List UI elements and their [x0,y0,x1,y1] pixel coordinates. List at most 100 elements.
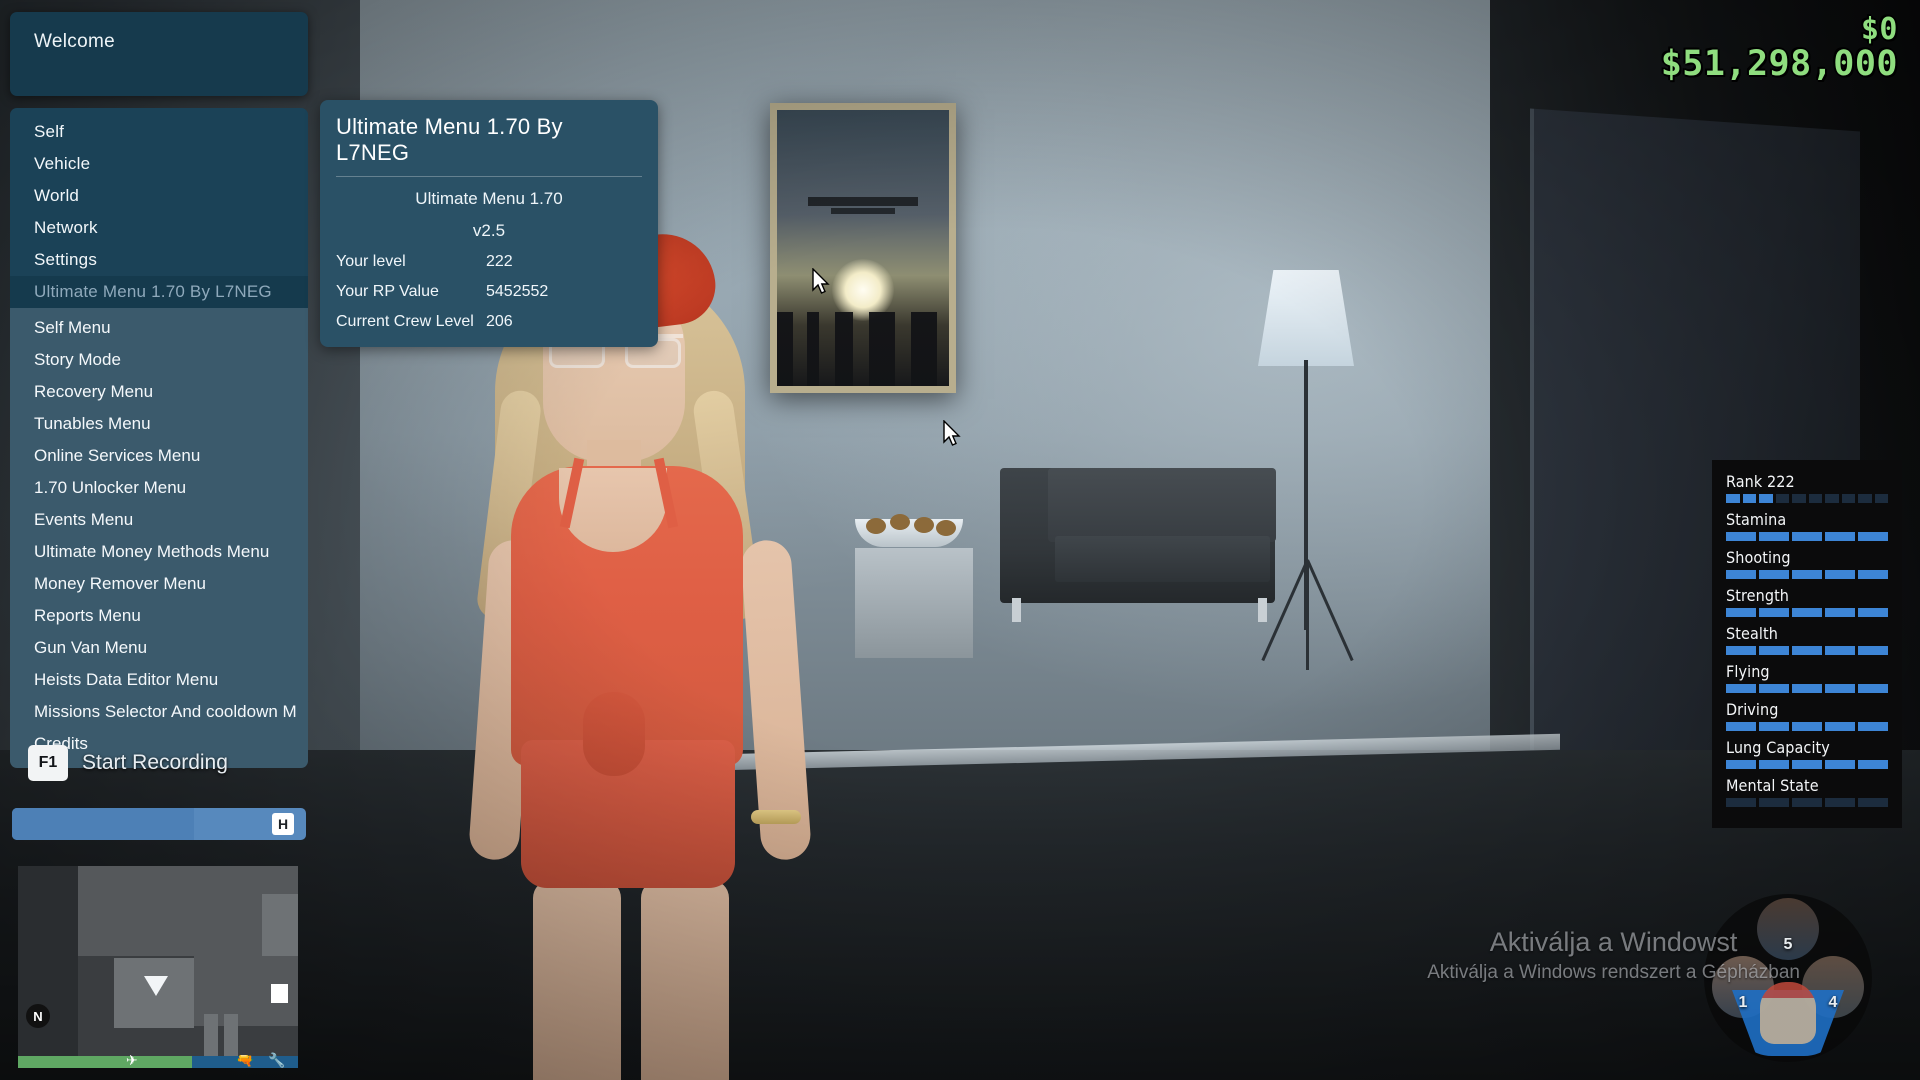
stat-progress-bar [1726,646,1888,655]
stat-progress-bar [1726,608,1888,617]
floor-lamp-leg [1306,560,1309,670]
rank-segment [1874,494,1888,503]
mod-menu-subitem-1-70-unlocker-menu[interactable]: 1.70 Unlocker Menu [10,472,308,504]
mod-menu-subitem-reports-menu[interactable]: Reports Menu [10,600,308,632]
info-panel-rows: Your level 222 Your RP Value 5452552 Current… [336,253,642,331]
mod-menu-subitem-story-mode[interactable]: Story Mode [10,344,308,376]
fruit [914,517,934,533]
couch-backrest [1048,468,1276,542]
stat-segment [1759,570,1789,579]
stat-label: Mental State [1726,776,1819,795]
mod-menu-item-vehicle[interactable]: Vehicle [10,148,308,180]
mod-menu-item-ultimate-menu-1-70-by-l7neg[interactable]: Ultimate Menu 1.70 By L7NEG [10,276,308,308]
player-stats-panel: Rank 222 Stamina Shooting Strength Stealth F… [1712,460,1902,828]
recording-hotkey: F1 [28,745,68,781]
mod-menu-subitem-missions-selector-and-cooldown-m[interactable]: Missions Selector And cooldown M [10,696,308,728]
info-row-key: Your RP Value [336,283,439,300]
mod-menu-subitem-recovery-menu[interactable]: Recovery Menu [10,376,308,408]
stat-segment [1792,532,1822,541]
pistol-icon: 🔫 [236,1052,254,1068]
recording-prompt[interactable]: F1 Start Recording [28,745,228,781]
stat-segment [1726,684,1756,693]
rank-progress-bar [1726,494,1888,503]
stat-segment [1726,798,1756,807]
mod-menu-item-world[interactable]: World [10,180,308,212]
stat-segment [1858,722,1888,731]
stat-segment [1858,570,1888,579]
stat-progress-bar [1726,570,1888,579]
minimap-block [262,894,298,956]
character-slot-online-avatar [1760,982,1816,1044]
stat-segment [1759,684,1789,693]
info-row: Your RP Value 5452552 [336,283,642,301]
mod-menu-subitem-tunables-menu[interactable]: Tunables Menu [10,408,308,440]
stat-segment [1825,798,1855,807]
stat-segment [1858,798,1888,807]
minimap-block [18,866,78,1062]
mod-menu-subitem-heists-data-editor-menu[interactable]: Heists Data Editor Menu [10,664,308,696]
plane-icon: ✈ [126,1052,138,1068]
mod-menu-item-self[interactable]: Self [10,116,308,148]
stat-segment [1858,684,1888,693]
info-panel-subtitle: Ultimate Menu 1.70 [415,189,563,208]
stat-segment [1726,570,1756,579]
stat-segment [1759,608,1789,617]
money-hud: $0 $51,298,000 [1661,12,1898,84]
stat-segment [1759,646,1789,655]
mod-menu-item-settings[interactable]: Settings [10,244,308,276]
minimap-block [204,1014,218,1056]
stat-segment [1858,608,1888,617]
mod-menu-item-network[interactable]: Network [10,212,308,244]
info-row-key: Current Crew Level [336,313,474,330]
watermark-line-1: Aktiválja a Windowst [1489,927,1738,957]
stat-label: Driving [1726,700,1779,719]
stat-progress-bar [1726,532,1888,541]
stat-label: Stealth [1726,624,1778,643]
stat-segment [1825,532,1855,541]
stat-segment [1792,608,1822,617]
stat-segment [1792,722,1822,731]
stat-segment [1825,684,1855,693]
stat-segment [1726,722,1756,731]
windows-activation-watermark: Aktiválja a Windowst Aktiválja a Windows… [1427,927,1800,984]
bank-money-value: $0 [1860,12,1898,47]
minimap[interactable]: N [18,866,298,1062]
mod-menu-title: Welcome [34,31,115,52]
health-armor-bars: ✈ 🔫 🔧 [18,1052,298,1068]
progress-hotkey: H [272,813,294,835]
mod-menu-subitem-events-menu[interactable]: Events Menu [10,504,308,536]
mod-menu-subitem-money-remover-menu[interactable]: Money Remover Menu [10,568,308,600]
rank-segment [1775,494,1789,503]
mod-menu-sub-list[interactable]: Self Menu Story Mode Recovery Menu Tunables… [10,308,308,768]
info-row: Your level 222 [336,253,642,271]
stat-segment [1726,608,1756,617]
stat-segment [1825,608,1855,617]
character-bracelet [751,810,801,824]
stat-segment [1792,798,1822,807]
mod-menu-subitem-online-services-menu[interactable]: Online Services Menu [10,440,308,472]
character-slot-number: 1 [1738,994,1748,1011]
shop-icon [271,984,288,1003]
stat-row-stealth: Stealth [1726,624,1888,655]
stat-segment [1825,722,1855,731]
mod-menu-main-list[interactable]: Self Vehicle World Network Settings Ultimate … [10,108,308,308]
progress-bar-fill [12,808,195,840]
stat-label: Flying [1726,662,1770,681]
rank-label: Rank 222 [1726,472,1795,491]
couch-leg [1258,598,1267,622]
info-panel-version: v2.5 [472,221,506,240]
stat-row-shooting: Shooting [1726,548,1888,579]
mod-menu-info-panel: Ultimate Menu 1.70 By L7NEG Ultimate Men… [320,100,658,347]
stat-progress-bar [1726,798,1888,807]
minimap-player-arrow [144,976,168,996]
stat-segment [1726,532,1756,541]
progress-bar[interactable]: H [12,808,306,840]
mod-menu-subitem-ultimate-money-methods-menu[interactable]: Ultimate Money Methods Menu [10,536,308,568]
mod-menu-subitem-gun-van-menu[interactable]: Gun Van Menu [10,632,308,664]
rank-segment [1742,494,1756,503]
stat-segment [1825,570,1855,579]
rank-segment [1808,494,1822,503]
character-slot-number: 4 [1828,994,1838,1011]
rank-segment [1858,494,1872,503]
mod-menu-subitem-self-menu[interactable]: Self Menu [10,312,308,344]
